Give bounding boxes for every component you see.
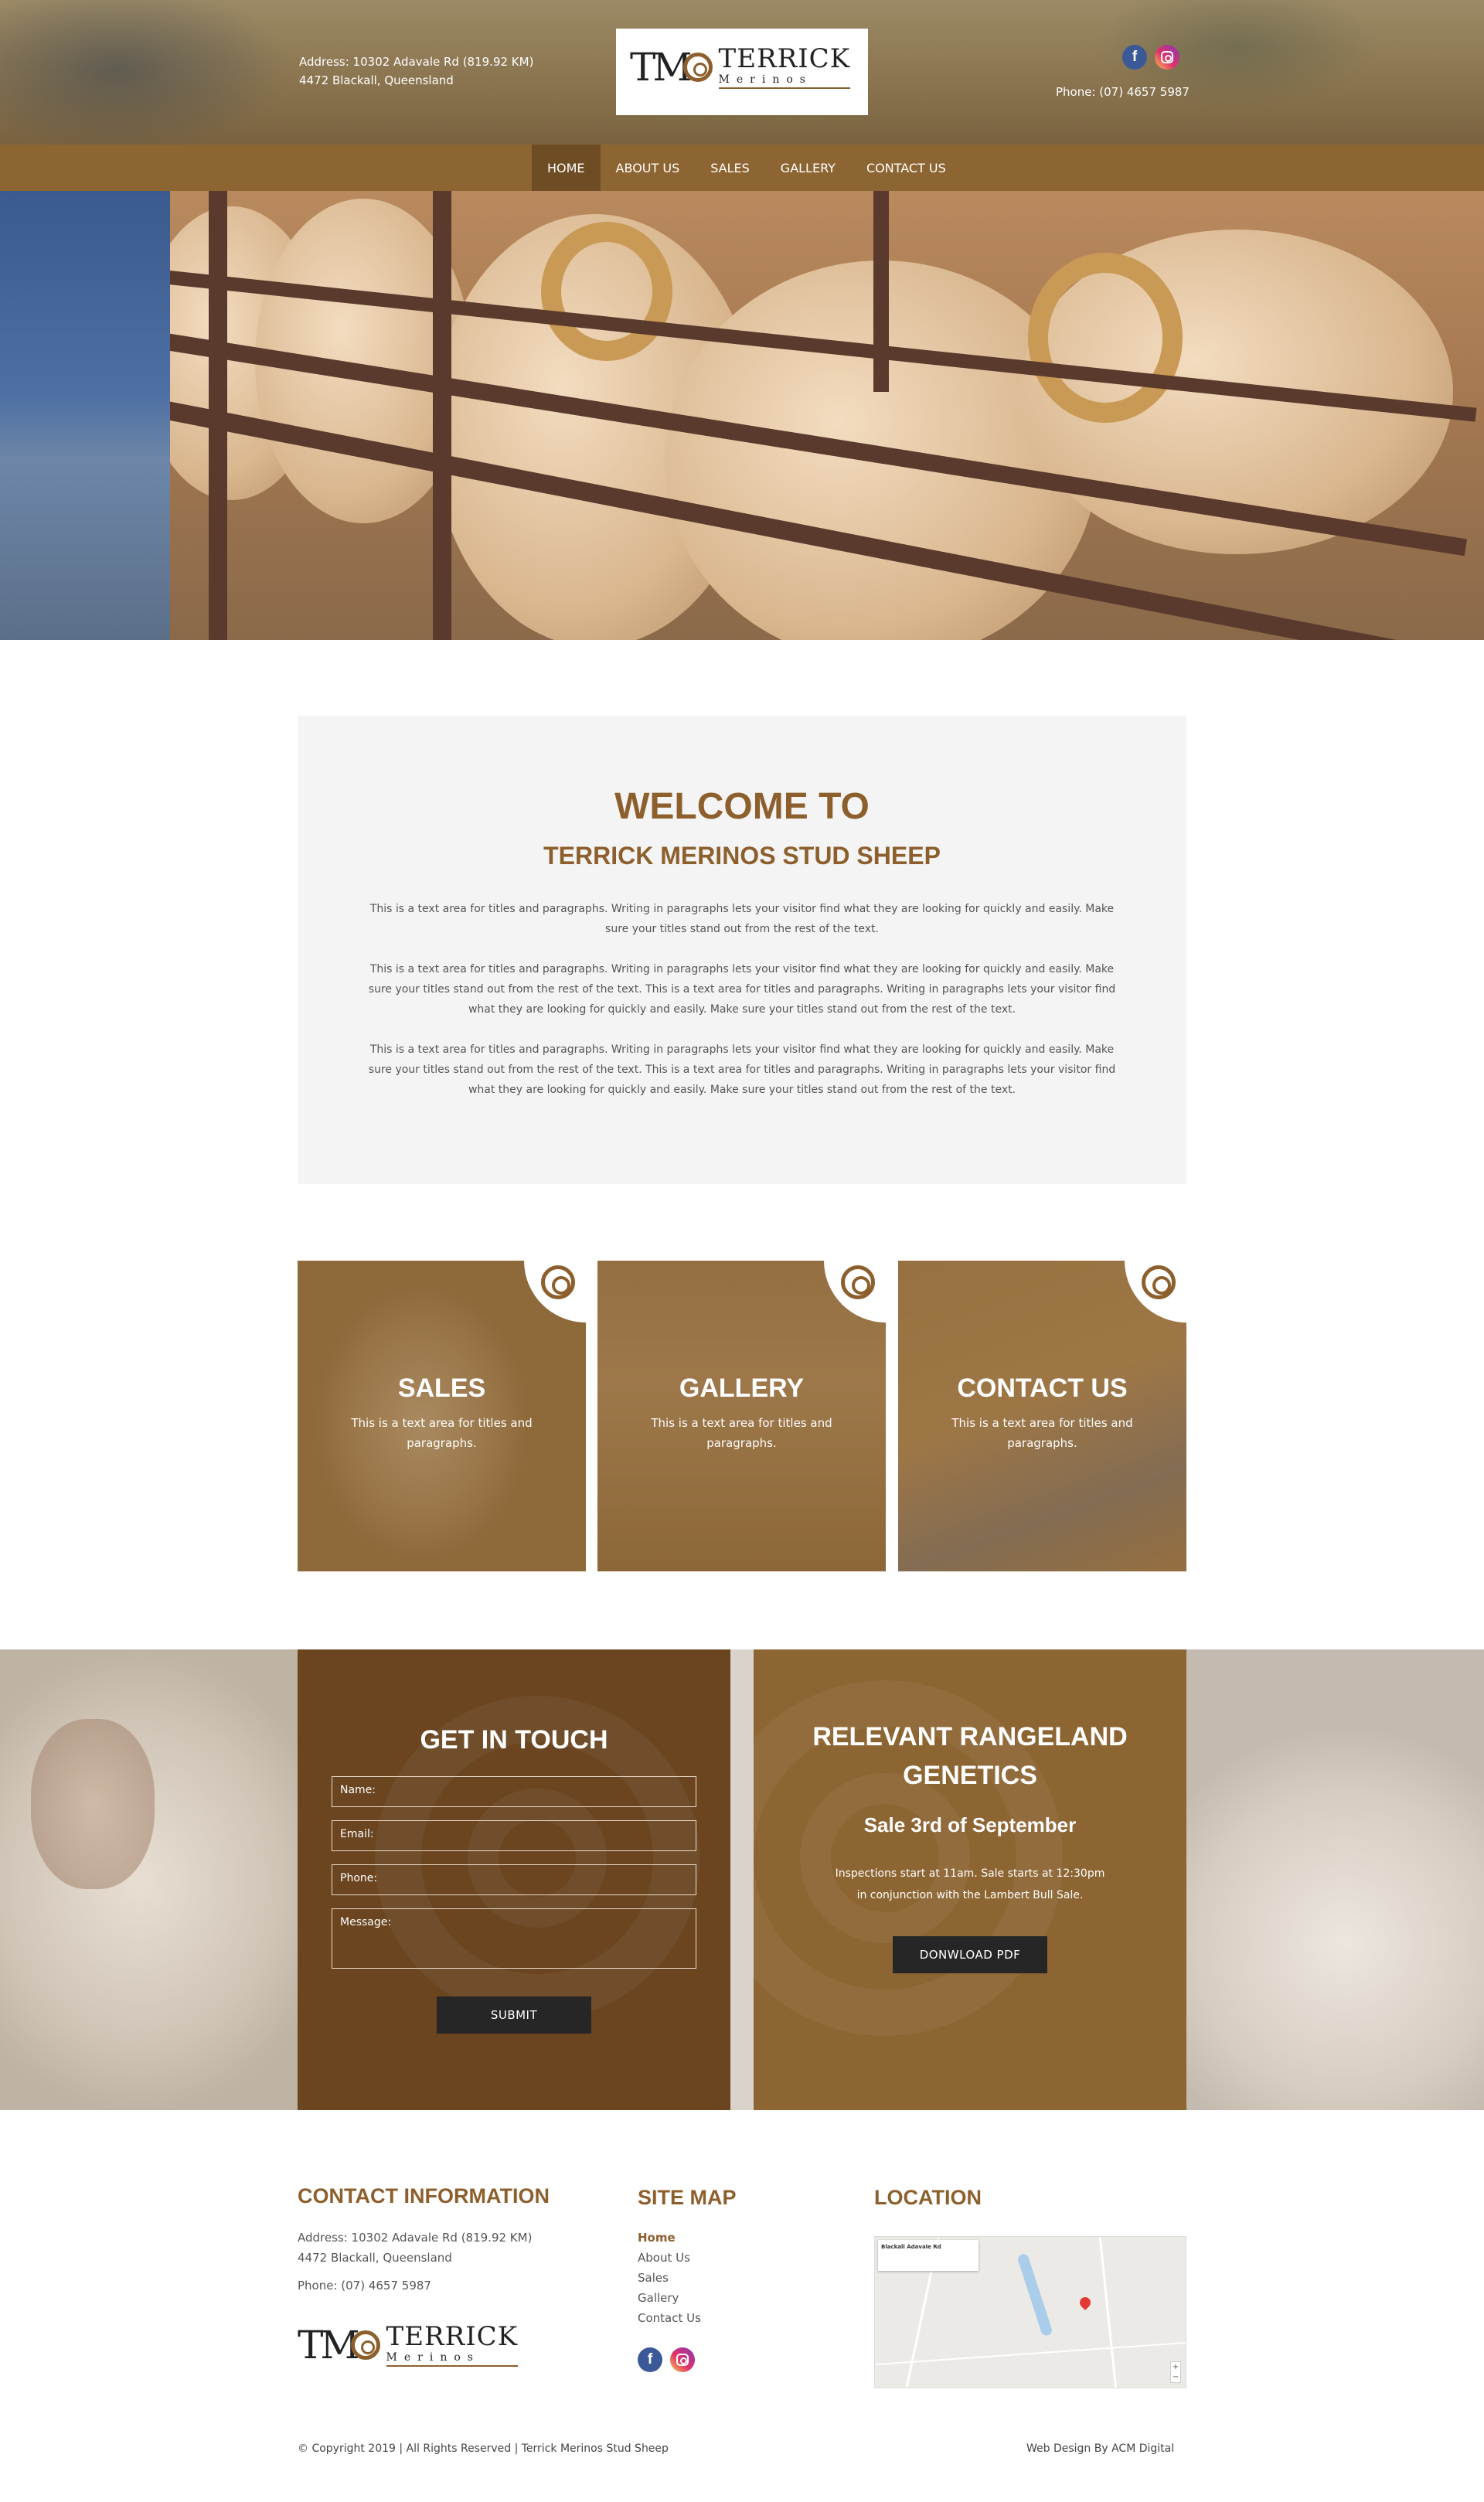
card-sales[interactable]: SALES This is a text area for titles and…	[298, 1261, 586, 1571]
nav-home[interactable]: HOME	[532, 145, 601, 191]
footer-address-line2: 4472 Blackall, Queensland	[298, 2251, 452, 2265]
sale-note: Inspections start at 11am. Sale starts a…	[754, 1863, 1186, 1906]
name-field[interactable]: Name:	[332, 1776, 696, 1807]
welcome-paragraph: This is a text area for titles and parag…	[368, 1043, 1116, 1096]
contact-band: GET IN TOUCH Name: Email: Phone: Message…	[0, 1649, 1484, 2110]
genetics-title-line2: GENETICS	[903, 1761, 1037, 1790]
email-field[interactable]: Email:	[332, 1820, 696, 1851]
header-address-line1: Address: 10302 Adavale Rd (819.92 KM)	[299, 55, 534, 69]
contact-form-panel: GET IN TOUCH Name: Email: Phone: Message…	[298, 1649, 730, 2110]
web-design-credit[interactable]: Web Design By ACM Digital	[1026, 2442, 1174, 2455]
card-contact-us[interactable]: CONTACT US This is a text area for title…	[898, 1261, 1186, 1571]
sitemap-link-gallery[interactable]: Gallery	[638, 2288, 701, 2308]
hero-image-rams	[0, 191, 1484, 640]
sale-date: Sale 3rd of September	[863, 1813, 1077, 1837]
logo-link[interactable]: TM TERRICK Merinos	[616, 29, 868, 115]
card-text: This is a text area for titles and parag…	[351, 1416, 533, 1450]
card-title: SALES	[397, 1374, 486, 1403]
logo: TM TERRICK Merinos	[630, 43, 851, 90]
footer-sitemap-title: SITE MAP	[638, 2186, 737, 2209]
ram-horn-icon	[682, 53, 713, 82]
sitemap-link-contact-us[interactable]: Contact Us	[638, 2308, 701, 2328]
footer-location-title: LOCATION	[874, 2186, 982, 2209]
logo-word-terrick: TERRICK	[386, 2321, 519, 2352]
sale-note-line2: in conjunction with the Lambert Bull Sal…	[856, 1889, 1084, 1901]
card-text: This is a text area for titles and parag…	[651, 1416, 832, 1450]
copyright: © Copyright 2019 | All Rights Reserved |…	[298, 2442, 669, 2455]
welcome-paragraph: This is a text area for titles and parag…	[368, 963, 1116, 1016]
logo-word-merinos: Merinos	[386, 2351, 519, 2367]
facebook-icon[interactable]: f	[1122, 45, 1147, 70]
contact-form-title: GET IN TOUCH	[420, 1725, 608, 1755]
sitemap-link-home[interactable]: Home	[638, 2228, 701, 2248]
instagram-icon[interactable]	[670, 2347, 695, 2372]
ram-horn-icon	[350, 2330, 380, 2360]
message-field[interactable]: Message:	[332, 1908, 696, 1969]
footer-social: f	[638, 2347, 695, 2372]
welcome-title: WELCOME TO	[614, 786, 870, 827]
genetics-title-line1: RELEVANT RANGELAND	[812, 1722, 1128, 1751]
sale-note-line1: Inspections start at 11am. Sale starts a…	[835, 1867, 1105, 1880]
nav-contact-us[interactable]: CONTACT US	[851, 145, 962, 191]
main-nav: HOME ABOUT US SALES GALLERY CONTACT US	[532, 145, 962, 191]
header-phone: Phone: (07) 4657 5987	[1056, 85, 1190, 99]
welcome-subtitle: TERRICK MERINOS STUD SHEEP	[543, 842, 941, 870]
footer-logo[interactable]: TM TERRICK Merinos	[298, 2321, 519, 2368]
footer-address: Address: 10302 Adavale Rd (819.92 KM) 44…	[298, 2228, 532, 2268]
logo-mark: TM	[630, 45, 693, 90]
card-gallery[interactable]: GALLERY This is a text area for titles a…	[597, 1261, 886, 1571]
main-nav-bar: HOME ABOUT US SALES GALLERY CONTACT US	[0, 145, 1484, 191]
footer-contact-title: CONTACT INFORMATION	[298, 2184, 550, 2208]
header-address: Address: 10302 Adavale Rd (819.92 KM) 44…	[299, 53, 533, 90]
logo-mark: TM	[298, 2323, 360, 2368]
map-pin-icon	[1077, 2295, 1093, 2310]
footer-sitemap: Home About Us Sales Gallery Contact Us	[638, 2228, 701, 2328]
logo-word-merinos: Merinos	[718, 73, 851, 89]
nav-sales[interactable]: SALES	[695, 145, 765, 191]
instagram-icon[interactable]	[1155, 45, 1179, 70]
card-text: This is a text area for titles and parag…	[951, 1416, 1133, 1450]
phone-field[interactable]: Phone:	[332, 1864, 696, 1895]
welcome-paragraph: This is a text area for titles and parag…	[369, 903, 1115, 935]
header-social: f	[1122, 45, 1179, 70]
header-address-line2: 4472 Blackall, Queensland	[299, 73, 454, 87]
sitemap-link-sales[interactable]: Sales	[638, 2268, 701, 2288]
map-card-title: Blackall Adavale Rd	[881, 2244, 941, 2250]
nav-about-us[interactable]: ABOUT US	[601, 145, 696, 191]
sitemap-link-about-us[interactable]: About Us	[638, 2248, 701, 2268]
card-title: GALLERY	[679, 1374, 805, 1403]
facebook-icon[interactable]: f	[638, 2347, 662, 2372]
nav-gallery[interactable]: GALLERY	[765, 145, 851, 191]
genetics-panel: RELEVANT RANGELAND GENETICS Sale 3rd of …	[754, 1649, 1186, 2110]
submit-button[interactable]: SUBMIT	[437, 1996, 591, 2034]
logo-word-terrick: TERRICK	[718, 43, 851, 74]
site-header: Address: 10302 Adavale Rd (819.92 KM) 44…	[0, 0, 1484, 145]
map-info-card: Blackall Adavale Rd	[878, 2240, 979, 2271]
card-title: CONTACT US	[957, 1374, 1128, 1403]
footer-phone: Phone: (07) 4657 5987	[298, 2279, 431, 2293]
location-map[interactable]: Blackall Adavale Rd + −	[874, 2236, 1186, 2388]
welcome-section: WELCOME TO TERRICK MERINOS STUD SHEEP Th…	[298, 716, 1186, 1184]
footer-address-line1: Address: 10302 Adavale Rd (819.92 KM)	[298, 2231, 533, 2245]
map-zoom-control[interactable]: + −	[1170, 2361, 1181, 2383]
download-pdf-button[interactable]: DONWLOAD PDF	[893, 1936, 1047, 1973]
